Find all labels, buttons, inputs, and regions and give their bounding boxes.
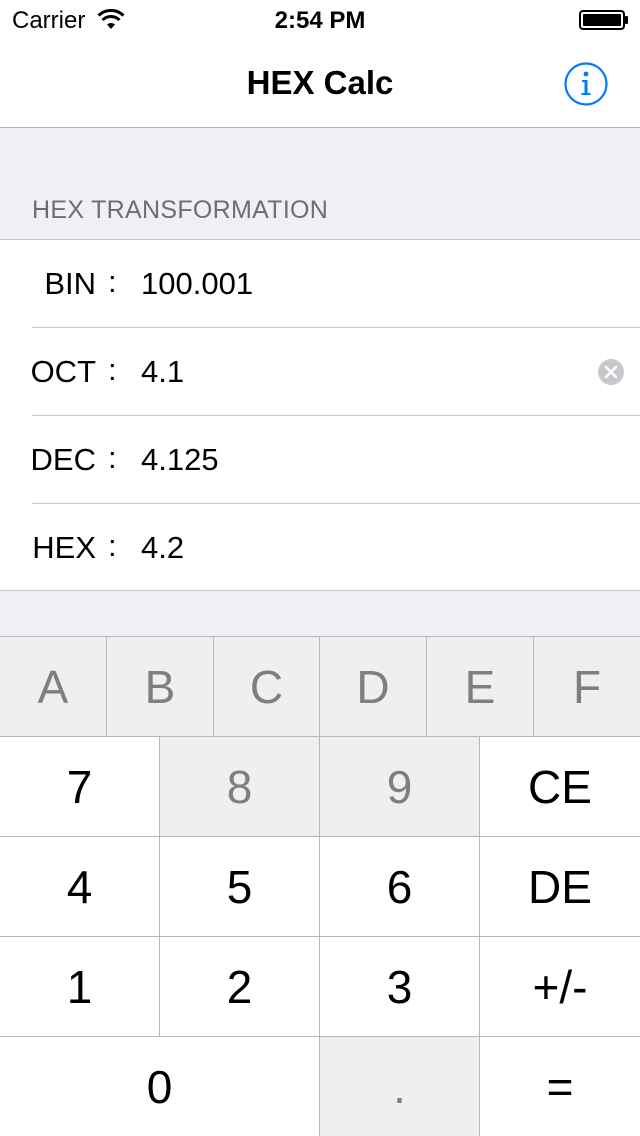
nav-bar: HEX Calc (0, 40, 640, 128)
bin-value-field[interactable]: 100.001 (141, 266, 581, 302)
key-3[interactable]: 3 (320, 937, 480, 1037)
sign-toggle-button[interactable]: +/- (480, 937, 640, 1037)
key-4[interactable]: 4 (0, 837, 160, 937)
key-6[interactable]: 6 (320, 837, 480, 937)
hex-colon: : (108, 528, 117, 563)
bin-colon: : (108, 264, 117, 299)
dec-row[interactable]: DEC : 4.125 (0, 416, 640, 504)
decimal-point-button[interactable]: . (320, 1037, 480, 1136)
oct-label: OCT (30, 354, 96, 389)
keypad: A B C D E F 7 8 9 CE 4 5 6 DE 1 2 3 +/- … (0, 636, 640, 1136)
key-1[interactable]: 1 (0, 937, 160, 1037)
key-0[interactable]: 0 (0, 1037, 320, 1136)
key-2[interactable]: 2 (160, 937, 320, 1037)
battery-icon (579, 10, 628, 30)
clear-icon[interactable] (597, 358, 625, 386)
key-7[interactable]: 7 (0, 737, 160, 837)
equals-button[interactable]: = (480, 1037, 640, 1136)
key-e[interactable]: E (427, 637, 534, 737)
dec-colon: : (108, 440, 117, 475)
status-time: 2:54 PM (274, 7, 366, 34)
status-bar: Carrier 2:54 PM (0, 0, 640, 40)
delete-button[interactable]: DE (480, 837, 640, 937)
key-8[interactable]: 8 (160, 737, 320, 837)
bin-label: BIN (44, 266, 96, 301)
oct-value-field[interactable]: 4.1 (141, 354, 581, 390)
key-5[interactable]: 5 (160, 837, 320, 937)
page-title: HEX Calc (246, 64, 394, 101)
oct-row[interactable]: OCT : 4.1 (0, 328, 640, 416)
oct-colon: : (108, 352, 117, 387)
hex-row[interactable]: HEX : 4.2 (0, 504, 640, 592)
dec-label: DEC (30, 442, 96, 477)
info-icon[interactable] (563, 61, 609, 107)
key-d[interactable]: D (320, 637, 427, 737)
hex-value-field[interactable]: 4.2 (141, 530, 581, 566)
hex-label: HEX (32, 530, 96, 565)
key-b[interactable]: B (107, 637, 214, 737)
key-c[interactable]: C (214, 637, 320, 737)
conversion-table: BIN : 100.001 OCT : 4.1 DEC : 4.125 HEX … (0, 239, 640, 591)
dec-value-field[interactable]: 4.125 (141, 442, 581, 478)
section-header: HEX TRANSFORMATION (32, 196, 329, 224)
key-9[interactable]: 9 (320, 737, 480, 837)
key-a[interactable]: A (0, 637, 107, 737)
key-f[interactable]: F (534, 637, 640, 737)
bin-row[interactable]: BIN : 100.001 (0, 240, 640, 328)
clear-entry-button[interactable]: CE (480, 737, 640, 837)
